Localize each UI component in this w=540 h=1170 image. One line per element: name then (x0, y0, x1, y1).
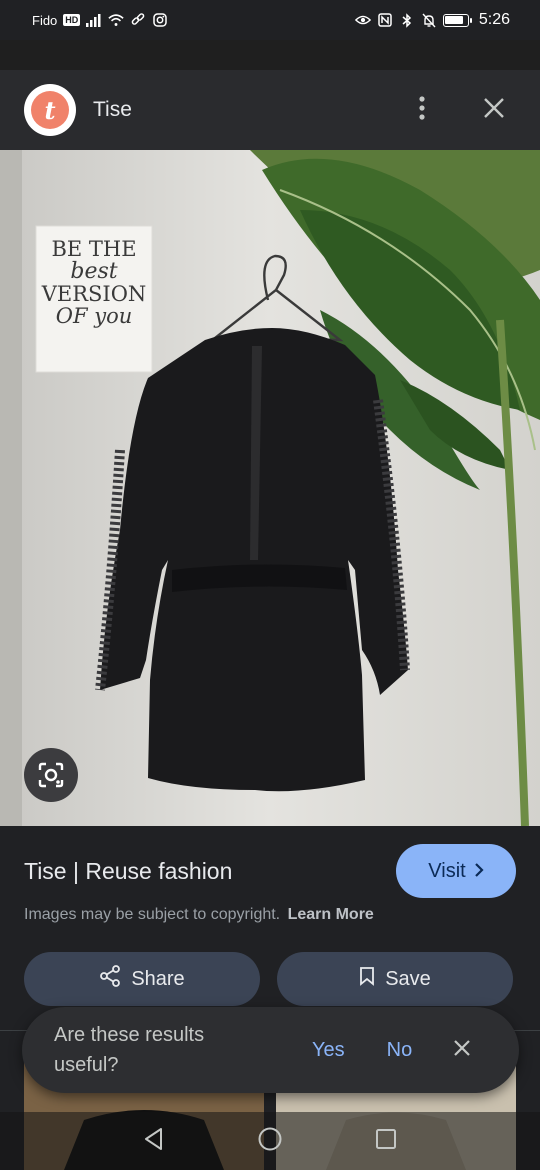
lens-search-button[interactable] (24, 748, 78, 802)
sign-line-2: best (70, 259, 118, 285)
feedback-close-button[interactable] (450, 1038, 474, 1062)
battery-level (445, 16, 464, 24)
visit-button[interactable]: Visit (396, 844, 516, 898)
close-icon (483, 97, 505, 124)
status-right: 5:26 (354, 11, 510, 29)
feedback-no-button[interactable]: No (387, 1039, 413, 1062)
instagram-icon (152, 12, 168, 28)
visit-label: Visit (428, 859, 466, 882)
sign-line-3: VERSION (41, 282, 147, 307)
signal-icon (86, 12, 102, 28)
more-options-button[interactable] (400, 88, 444, 132)
share-button[interactable]: Share (24, 952, 260, 1006)
page-title[interactable]: Tise | Reuse fashion (24, 858, 232, 885)
save-button[interactable]: Save (277, 952, 513, 1006)
home-circle-icon (257, 1126, 283, 1157)
bookmark-icon (359, 966, 375, 992)
site-name[interactable]: Tise (93, 98, 400, 122)
site-logo[interactable]: t (24, 84, 76, 136)
status-left: Fido HD (32, 12, 168, 28)
nav-home-button[interactable] (255, 1126, 285, 1156)
lens-icon (37, 761, 65, 789)
action-row: Share Save (24, 952, 513, 1006)
save-label: Save (385, 967, 431, 990)
share-icon (99, 965, 121, 993)
eye-icon (354, 12, 371, 28)
copyright-text: Images may be subject to copyright. (24, 906, 281, 923)
sign-line-4: OF you (55, 304, 133, 329)
site-logo-letter: t (31, 91, 69, 129)
share-label: Share (131, 967, 185, 990)
feedback-yes-button[interactable]: Yes (312, 1039, 345, 1062)
system-nav-bar (0, 1112, 540, 1170)
back-triangle-icon (143, 1127, 165, 1156)
close-button[interactable] (472, 88, 516, 132)
title-row: Tise | Reuse fashion Visit (24, 844, 516, 898)
learn-more-link[interactable]: Learn More (288, 906, 374, 923)
clock: 5:26 (478, 11, 510, 28)
more-vert-icon (419, 95, 425, 125)
result-image[interactable]: BE THE best VERSION OF you (0, 150, 540, 826)
close-icon (453, 1039, 471, 1062)
status-bar: Fido HD 5:26 (0, 0, 540, 40)
hd-badge: HD (63, 14, 81, 26)
bell-off-icon (421, 12, 437, 28)
chevron-right-icon (474, 860, 484, 883)
nav-recents-button[interactable] (371, 1126, 401, 1156)
recents-square-icon (375, 1128, 397, 1155)
source-header: t Tise (0, 70, 540, 150)
bluetooth-icon (399, 12, 415, 28)
top-gap (0, 40, 540, 70)
nfc-icon (377, 12, 393, 28)
wall-sign-text: BE THE best VERSION OF you (36, 238, 152, 327)
wifi-icon (108, 12, 124, 28)
sign-line-1: BE THE (51, 237, 137, 261)
link-icon (130, 12, 146, 28)
feedback-question: Are these results useful? (54, 1024, 205, 1076)
nav-back-button[interactable] (139, 1126, 169, 1156)
feedback-toast: Are these results useful? Yes No (22, 1007, 519, 1093)
carrier-label: Fido (32, 12, 58, 28)
copyright-notice: Images may be subject to copyright. Lear… (24, 906, 374, 924)
battery-icon (442, 13, 472, 27)
